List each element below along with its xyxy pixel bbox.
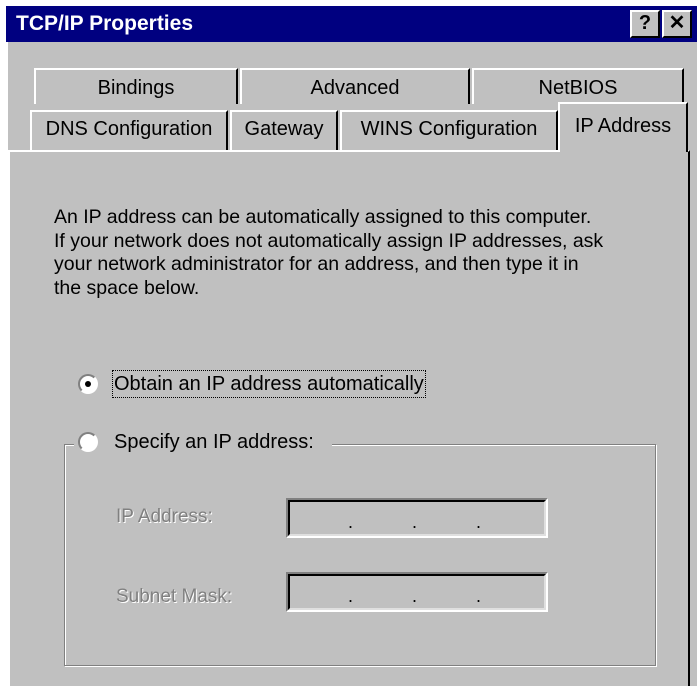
help-button[interactable]: ? [630, 10, 660, 38]
tab-gateway[interactable]: Gateway [230, 110, 338, 150]
ip-octet-3[interactable] [420, 504, 478, 532]
title-bar[interactable]: TCP/IP Properties ? ✕ [6, 6, 697, 42]
tab-advanced[interactable]: Advanced [240, 68, 470, 104]
tab-netbios[interactable]: NetBIOS [472, 68, 684, 104]
octet-separator: . [348, 512, 354, 532]
octet-separator: . [476, 586, 482, 606]
description-line: the space below. [54, 276, 200, 299]
mask-octet-4[interactable] [484, 578, 542, 606]
octet-separator: . [348, 586, 354, 606]
close-button[interactable]: ✕ [662, 10, 692, 38]
radio-specify-ip[interactable] [78, 432, 98, 452]
subnet-mask-input[interactable]: . . . [286, 572, 548, 612]
tcpip-properties-dialog: TCP/IP Properties ? ✕ Bindings Advanced … [0, 0, 697, 686]
description-line: your network administrator for an addres… [54, 253, 579, 275]
specify-ip-label[interactable]: Specify an IP address: [114, 430, 314, 454]
obtain-automatically-label[interactable]: Obtain an IP address automatically [112, 370, 426, 398]
tab-dns-configuration[interactable]: DNS Configuration [30, 110, 228, 150]
description-line: An IP address can be automatically assig… [54, 206, 592, 228]
octet-separator: . [412, 586, 418, 606]
tab-ip-address[interactable]: IP Address [558, 102, 688, 152]
octet-separator: . [476, 512, 482, 532]
radio-obtain-automatically[interactable] [78, 374, 98, 394]
window-title: TCP/IP Properties [16, 12, 194, 35]
octet-separator: . [412, 512, 418, 532]
ip-address-inner: . . . [288, 500, 546, 536]
tab-bindings[interactable]: Bindings [34, 68, 238, 104]
description-text: An IP address can be automatically assig… [54, 206, 674, 300]
subnet-mask-label: Subnet Mask: [116, 586, 233, 607]
ip-address-label: IP Address: [116, 506, 213, 527]
ip-octet-1[interactable] [292, 504, 350, 532]
ip-octet-2[interactable] [356, 504, 414, 532]
radio-selected-dot [85, 381, 91, 387]
mask-octet-2[interactable] [356, 578, 414, 606]
ip-address-input[interactable]: . . . [286, 498, 548, 538]
ip-octet-4[interactable] [484, 504, 542, 532]
mask-octet-1[interactable] [292, 578, 350, 606]
tab-wins-configuration[interactable]: WINS Configuration [340, 110, 558, 150]
subnet-mask-inner: . . . [288, 574, 546, 610]
mask-octet-3[interactable] [420, 578, 478, 606]
specify-ip-group [64, 444, 656, 666]
description-line: If your network does not automatically a… [54, 229, 604, 252]
